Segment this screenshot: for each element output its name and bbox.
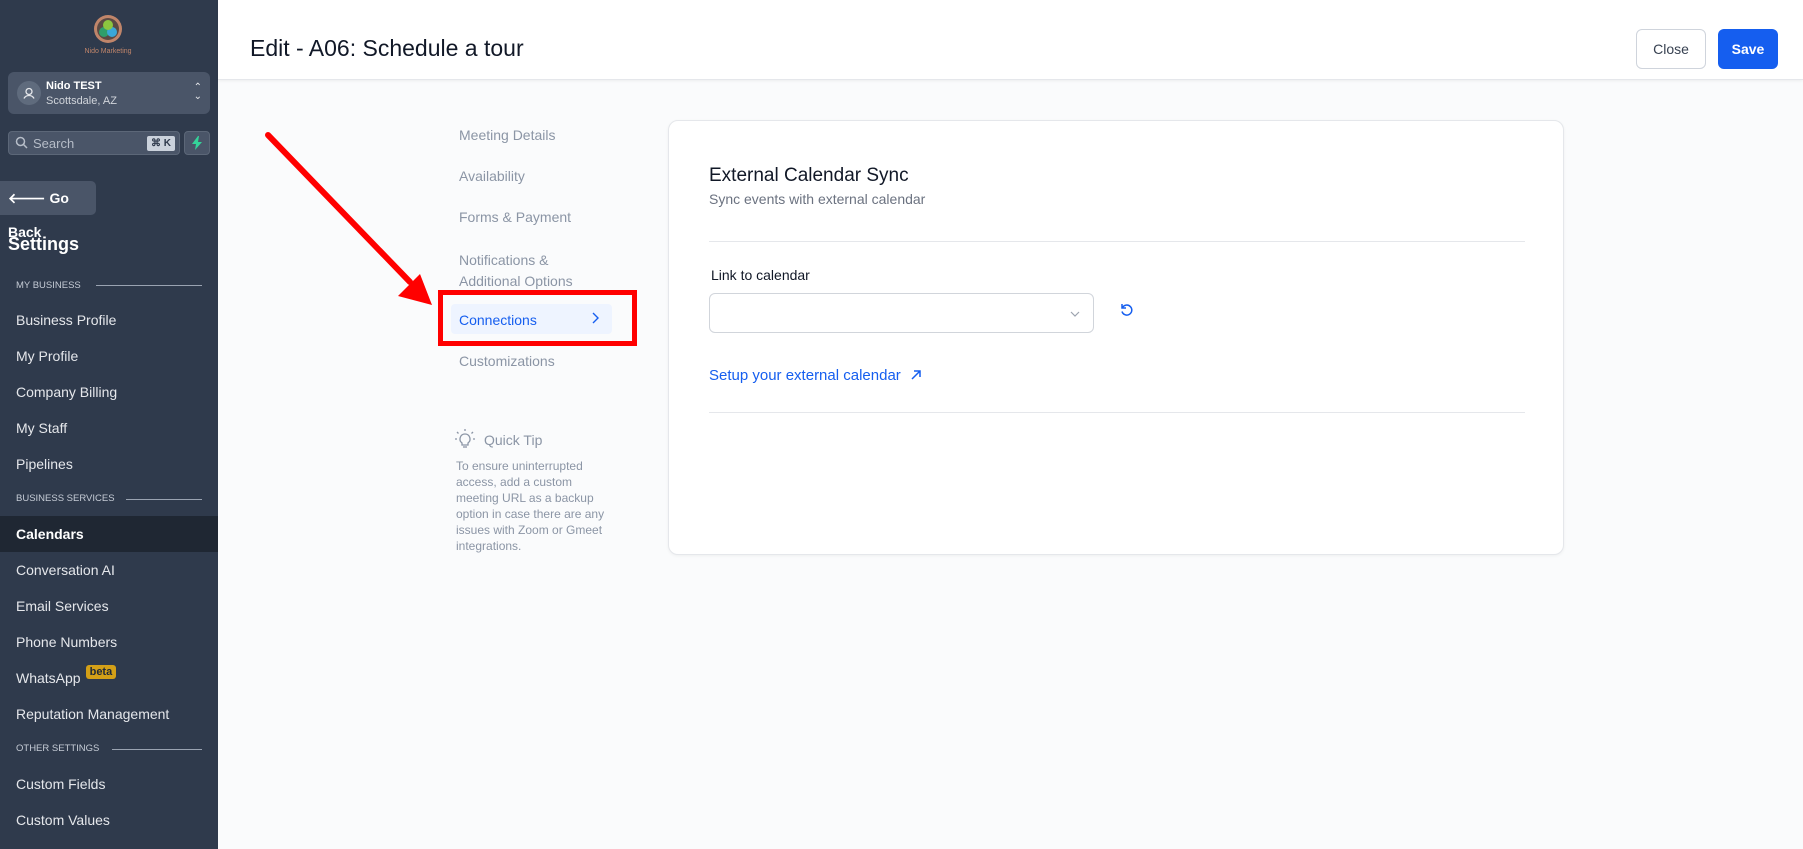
tab-customizations[interactable]: Customizations — [459, 353, 555, 369]
quick-actions-button[interactable] — [184, 131, 210, 155]
card-title: External Calendar Sync — [709, 165, 909, 186]
external-link-icon — [911, 370, 921, 380]
section-label-business-services: BUSINESS SERVICES — [16, 493, 115, 504]
quick-tip-body: To ensure uninterrupted access, add a cu… — [456, 459, 605, 553]
link-to-calendar-select[interactable] — [709, 293, 1094, 333]
account-name: Nido TEST — [46, 80, 102, 92]
section-label-other-settings: OTHER SETTINGS — [16, 743, 100, 754]
page-header: Edit - A06: Schedule a tour Close Save — [218, 0, 1803, 80]
sidebar-item-phone-numbers[interactable]: Phone Numbers — [16, 634, 117, 650]
account-switcher[interactable]: Nido TEST Scottsdale, AZ ⌃ ⌄ — [8, 72, 210, 114]
go-back-button[interactable]: 🡐 Go Back — [0, 181, 96, 240]
logo-text: Nido Marketing — [84, 48, 132, 55]
search-placeholder: Search — [33, 136, 75, 151]
card-subtitle: Sync events with external calendar — [709, 191, 926, 207]
sidebar-item-calendars[interactable]: Calendars — [16, 526, 84, 542]
tab-availability[interactable]: Availability — [459, 168, 525, 184]
expand-collapse-icon: ⌃ ⌄ — [193, 82, 202, 102]
arrow-left-icon: 🡐 — [8, 190, 46, 206]
section-label-my-business: MY BUSINESS — [16, 280, 81, 291]
sidebar-item-whatsapp[interactable]: WhatsApp beta — [16, 665, 117, 687]
sidebar-item-label: WhatsApp — [16, 670, 81, 686]
sidebar-item-business-profile[interactable]: Business Profile — [16, 312, 116, 328]
sidebar: Nido Marketing Nido TEST Scottsdale, AZ … — [0, 0, 218, 849]
beta-badge: beta — [85, 665, 117, 679]
lightbulb-icon — [455, 429, 475, 448]
annotation-highlight-box — [438, 290, 637, 346]
sidebar-item-my-staff[interactable]: My Staff — [16, 420, 67, 436]
sidebar-item-custom-fields[interactable]: Custom Fields — [16, 776, 105, 792]
sidebar-item-pipelines[interactable]: Pipelines — [16, 456, 73, 472]
tab-forms-payment[interactable]: Forms & Payment — [459, 209, 571, 225]
save-button[interactable]: Save — [1718, 29, 1778, 69]
section-divider — [126, 499, 202, 500]
close-button[interactable]: Close — [1636, 29, 1706, 69]
account-location: Scottsdale, AZ — [46, 95, 117, 107]
tab-notifications[interactable]: Notifications & Additional Options — [459, 250, 599, 292]
divider — [709, 412, 1525, 413]
search-input[interactable]: Search ⌘ K — [8, 131, 180, 155]
divider — [709, 241, 1525, 242]
external-calendar-sync-card: External Calendar Sync Sync events with … — [668, 120, 1564, 555]
search-icon — [15, 136, 28, 149]
sidebar-item-conversation-ai[interactable]: Conversation AI — [16, 562, 115, 578]
company-logo[interactable]: Nido Marketing — [84, 14, 132, 55]
sidebar-item-reputation-management[interactable]: Reputation Management — [16, 706, 169, 722]
sidebar-item-custom-values[interactable]: Custom Values — [16, 812, 110, 828]
setup-link-label: Setup your external calendar — [709, 367, 901, 384]
refresh-icon[interactable] — [1119, 302, 1135, 318]
search-shortcut-badge: ⌘ K — [147, 136, 175, 151]
section-divider — [96, 285, 202, 286]
sidebar-item-my-profile[interactable]: My Profile — [16, 348, 78, 364]
sidebar-item-email-services[interactable]: Email Services — [16, 598, 109, 614]
tab-meeting-details[interactable]: Meeting Details — [459, 127, 556, 143]
link-to-calendar-label: Link to calendar — [711, 267, 810, 283]
section-divider — [112, 749, 202, 750]
quick-tip-title: Quick Tip — [484, 432, 543, 448]
chevron-down-icon — [1070, 311, 1080, 317]
page-title: Edit - A06: Schedule a tour — [250, 35, 524, 61]
logo-mark-icon — [94, 15, 122, 43]
setup-external-calendar-link[interactable]: Setup your external calendar — [709, 367, 923, 384]
settings-heading: Settings — [8, 234, 80, 254]
location-avatar-icon — [17, 81, 41, 105]
lightning-icon — [192, 136, 202, 150]
sidebar-item-company-billing[interactable]: Company Billing — [16, 384, 117, 400]
